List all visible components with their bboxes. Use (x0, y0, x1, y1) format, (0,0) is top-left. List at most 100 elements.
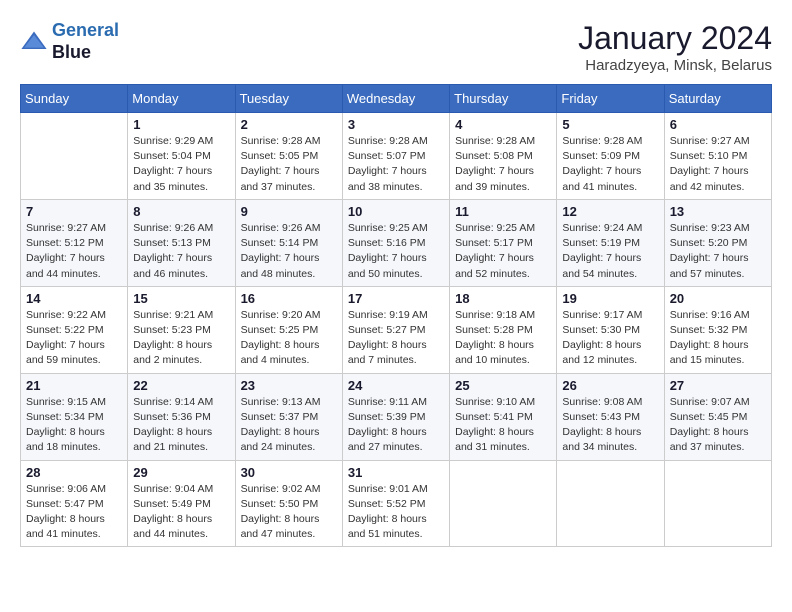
calendar-cell: 13Sunrise: 9:23 AMSunset: 5:20 PMDayligh… (664, 199, 771, 286)
day-info: Sunrise: 9:28 AMSunset: 5:09 PMDaylight:… (562, 134, 658, 195)
day-number: 17 (348, 291, 444, 306)
day-header-friday: Friday (557, 85, 664, 113)
calendar-cell: 5 Sunrise: 9:28 AMSunset: 5:09 PMDaylight… (557, 113, 664, 200)
calendar-cell: 19Sunrise: 9:17 AMSunset: 5:30 PMDayligh… (557, 286, 664, 373)
calendar-cell: 27 Sunrise: 9:07 AMSunset: 5:45 PMDayligh… (664, 373, 771, 460)
calendar-cell: 3Sunrise: 9:28 AMSunset: 5:07 PMDaylight… (342, 113, 449, 200)
week-row: 7Sunrise: 9:27 AMSunset: 5:12 PMDaylight… (21, 199, 772, 286)
calendar-cell: 8 Sunrise: 9:26 AMSunset: 5:13 PMDaylight… (128, 199, 235, 286)
calendar-cell: 29 Sunrise: 9:04 AMSunset: 5:49 PMDayligh… (128, 460, 235, 547)
title-block: January 2024 Haradzyeya, Minsk, Belarus (578, 20, 772, 74)
day-number: 8 (133, 204, 229, 219)
day-number: 15 (133, 291, 229, 306)
day-info: Sunrise: 9:14 AMSunset: 5:36 PMDaylight:… (133, 395, 229, 456)
day-number: 12 (562, 204, 658, 219)
location-subtitle: Haradzyeya, Minsk, Belarus (578, 57, 772, 74)
week-row: 28 Sunrise: 9:06 AMSunset: 5:47 PMDayligh… (21, 460, 772, 547)
logo-icon (20, 28, 48, 56)
day-number: 25 (455, 378, 551, 393)
day-info: Sunrise: 9:08 AMSunset: 5:43 PMDaylight:… (562, 395, 658, 456)
day-number: 28 (26, 465, 122, 480)
calendar-cell: 26 Sunrise: 9:08 AMSunset: 5:43 PMDayligh… (557, 373, 664, 460)
calendar-cell: 1 Sunrise: 9:29 AMSunset: 5:04 PMDaylight… (128, 113, 235, 200)
day-number: 4 (455, 117, 551, 132)
day-header-thursday: Thursday (450, 85, 557, 113)
day-number: 16 (241, 291, 337, 306)
calendar-cell: 25 Sunrise: 9:10 AMSunset: 5:41 PMDayligh… (450, 373, 557, 460)
day-info: Sunrise: 9:17 AMSunset: 5:30 PMDaylight:… (562, 308, 658, 369)
day-info: Sunrise: 9:07 AMSunset: 5:45 PMDaylight:… (670, 395, 766, 456)
calendar-cell: 15 Sunrise: 9:21 AMSunset: 5:23 PMDayligh… (128, 286, 235, 373)
day-info: Sunrise: 9:23 AMSunset: 5:20 PMDaylight:… (670, 221, 766, 282)
day-info: Sunrise: 9:10 AMSunset: 5:41 PMDaylight:… (455, 395, 551, 456)
day-info: Sunrise: 9:28 AMSunset: 5:07 PMDaylight:… (348, 134, 444, 195)
day-info: Sunrise: 9:28 AMSunset: 5:05 PMDaylight:… (241, 134, 337, 195)
calendar-cell: 20 Sunrise: 9:16 AMSunset: 5:32 PMDayligh… (664, 286, 771, 373)
month-title: January 2024 (578, 20, 772, 57)
calendar-cell: 11Sunrise: 9:25 AMSunset: 5:17 PMDayligh… (450, 199, 557, 286)
calendar-cell (557, 460, 664, 547)
day-number: 18 (455, 291, 551, 306)
calendar-cell: 4Sunrise: 9:28 AMSunset: 5:08 PMDaylight… (450, 113, 557, 200)
calendar-cell: 12 Sunrise: 9:24 AMSunset: 5:19 PMDayligh… (557, 199, 664, 286)
day-info: Sunrise: 9:13 AMSunset: 5:37 PMDaylight:… (241, 395, 337, 456)
day-number: 29 (133, 465, 229, 480)
days-header-row: SundayMondayTuesdayWednesdayThursdayFrid… (21, 85, 772, 113)
week-row: 1 Sunrise: 9:29 AMSunset: 5:04 PMDaylight… (21, 113, 772, 200)
day-number: 5 (562, 117, 658, 132)
calendar-cell: 2 Sunrise: 9:28 AMSunset: 5:05 PMDaylight… (235, 113, 342, 200)
calendar-cell: 16Sunrise: 9:20 AMSunset: 5:25 PMDayligh… (235, 286, 342, 373)
day-header-wednesday: Wednesday (342, 85, 449, 113)
day-info: Sunrise: 9:11 AMSunset: 5:39 PMDaylight:… (348, 395, 444, 456)
calendar-cell: 9 Sunrise: 9:26 AMSunset: 5:14 PMDaylight… (235, 199, 342, 286)
week-row: 14Sunrise: 9:22 AMSunset: 5:22 PMDayligh… (21, 286, 772, 373)
day-number: 10 (348, 204, 444, 219)
day-info: Sunrise: 9:29 AMSunset: 5:04 PMDaylight:… (133, 134, 229, 195)
day-number: 27 (670, 378, 766, 393)
logo: General Blue (20, 20, 119, 63)
day-info: Sunrise: 9:27 AMSunset: 5:12 PMDaylight:… (26, 221, 122, 282)
calendar-cell: 17Sunrise: 9:19 AMSunset: 5:27 PMDayligh… (342, 286, 449, 373)
calendar-cell: 22Sunrise: 9:14 AMSunset: 5:36 PMDayligh… (128, 373, 235, 460)
day-info: Sunrise: 9:21 AMSunset: 5:23 PMDaylight:… (133, 308, 229, 369)
calendar-cell: 21 Sunrise: 9:15 AMSunset: 5:34 PMDayligh… (21, 373, 128, 460)
day-info: Sunrise: 9:04 AMSunset: 5:49 PMDaylight:… (133, 482, 229, 543)
calendar-cell: 24Sunrise: 9:11 AMSunset: 5:39 PMDayligh… (342, 373, 449, 460)
day-number: 31 (348, 465, 444, 480)
day-info: Sunrise: 9:16 AMSunset: 5:32 PMDaylight:… (670, 308, 766, 369)
day-info: Sunrise: 9:01 AMSunset: 5:52 PMDaylight:… (348, 482, 444, 543)
day-info: Sunrise: 9:25 AMSunset: 5:16 PMDaylight:… (348, 221, 444, 282)
day-info: Sunrise: 9:15 AMSunset: 5:34 PMDaylight:… (26, 395, 122, 456)
day-info: Sunrise: 9:18 AMSunset: 5:28 PMDaylight:… (455, 308, 551, 369)
day-number: 1 (133, 117, 229, 132)
day-number: 2 (241, 117, 337, 132)
calendar-cell: 7Sunrise: 9:27 AMSunset: 5:12 PMDaylight… (21, 199, 128, 286)
day-number: 30 (241, 465, 337, 480)
day-info: Sunrise: 9:24 AMSunset: 5:19 PMDaylight:… (562, 221, 658, 282)
calendar-cell: 10 Sunrise: 9:25 AMSunset: 5:16 PMDayligh… (342, 199, 449, 286)
day-number: 9 (241, 204, 337, 219)
day-info: Sunrise: 9:26 AMSunset: 5:14 PMDaylight:… (241, 221, 337, 282)
calendar-cell: 18 Sunrise: 9:18 AMSunset: 5:28 PMDayligh… (450, 286, 557, 373)
week-row: 21 Sunrise: 9:15 AMSunset: 5:34 PMDayligh… (21, 373, 772, 460)
calendar-cell: 23 Sunrise: 9:13 AMSunset: 5:37 PMDayligh… (235, 373, 342, 460)
day-number: 20 (670, 291, 766, 306)
day-number: 21 (26, 378, 122, 393)
day-number: 26 (562, 378, 658, 393)
calendar-cell: 6Sunrise: 9:27 AMSunset: 5:10 PMDaylight… (664, 113, 771, 200)
calendar-cell: 28 Sunrise: 9:06 AMSunset: 5:47 PMDayligh… (21, 460, 128, 547)
day-info: Sunrise: 9:26 AMSunset: 5:13 PMDaylight:… (133, 221, 229, 282)
day-header-saturday: Saturday (664, 85, 771, 113)
day-info: Sunrise: 9:06 AMSunset: 5:47 PMDaylight:… (26, 482, 122, 543)
calendar-cell (664, 460, 771, 547)
page-header: General Blue January 2024 Haradzyeya, Mi… (20, 20, 772, 74)
day-number: 23 (241, 378, 337, 393)
day-number: 11 (455, 204, 551, 219)
calendar-table: SundayMondayTuesdayWednesdayThursdayFrid… (20, 84, 772, 547)
day-info: Sunrise: 9:27 AMSunset: 5:10 PMDaylight:… (670, 134, 766, 195)
logo-line2: Blue (52, 42, 119, 64)
calendar-cell (21, 113, 128, 200)
day-info: Sunrise: 9:02 AMSunset: 5:50 PMDaylight:… (241, 482, 337, 543)
logo-text: General Blue (52, 20, 119, 63)
day-number: 14 (26, 291, 122, 306)
